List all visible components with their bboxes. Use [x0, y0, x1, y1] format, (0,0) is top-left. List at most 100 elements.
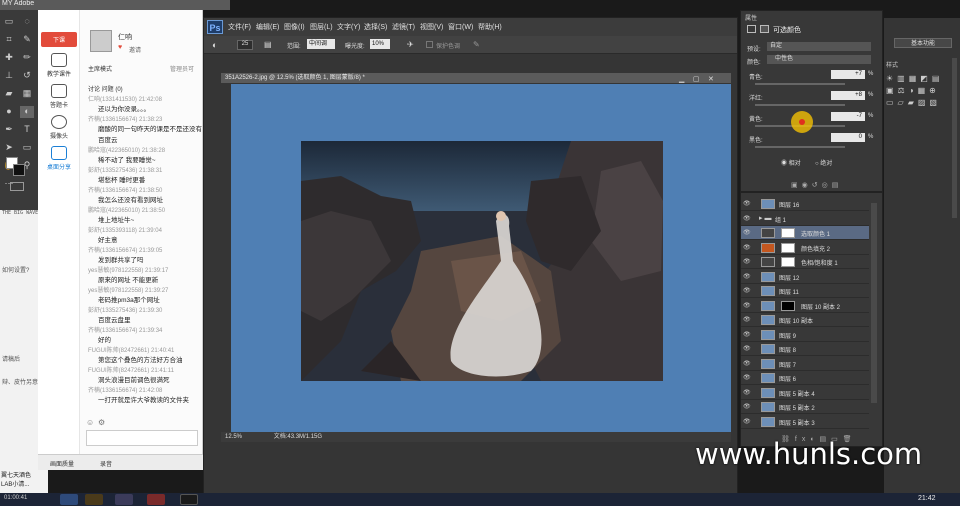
- relative-radio[interactable]: ◉ 相对: [781, 158, 801, 167]
- document-photo[interactable]: [301, 141, 663, 381]
- eraser-tool-icon[interactable]: ▰: [2, 88, 16, 100]
- heal-tool-icon[interactable]: ✚: [2, 52, 16, 64]
- minimize-icon[interactable]: ▁: [679, 76, 684, 83]
- brush-panel-icon[interactable]: ▤: [264, 40, 272, 49]
- layer-row[interactable]: 👁 图层 10 副本: [741, 313, 869, 327]
- visibility-eye-icon[interactable]: 👁: [743, 345, 751, 352]
- yellow-value[interactable]: -7: [831, 112, 865, 121]
- app-taskbar-icon[interactable]: [115, 494, 133, 505]
- visibility-eye-icon[interactable]: 👁: [743, 244, 751, 251]
- visibility-eye-icon[interactable]: 👁: [743, 287, 751, 294]
- dock-scrollbar[interactable]: [952, 58, 957, 218]
- visibility-eye-icon[interactable]: 👁: [743, 403, 751, 410]
- brush-tool-icon[interactable]: ✏: [20, 52, 34, 64]
- layer-row[interactable]: 👁 图层 9: [741, 328, 869, 342]
- visibility-eye-icon[interactable]: 👁: [743, 360, 751, 367]
- layers-scrollbar[interactable]: [871, 203, 877, 403]
- visibility-eye-icon[interactable]: 👁: [743, 374, 751, 381]
- dodge-tool-preset-icon[interactable]: ◐: [212, 40, 217, 50]
- black-value[interactable]: 0: [831, 133, 865, 142]
- visibility-eye-icon[interactable]: 👁: [743, 215, 751, 222]
- pressure-icon[interactable]: ✎: [473, 40, 480, 49]
- pen-tool-icon[interactable]: ✒: [2, 124, 16, 136]
- quality-button[interactable]: 画面质量: [50, 459, 74, 468]
- gradient-tool-icon[interactable]: ▦: [20, 88, 34, 100]
- layer-mask-thumbnail[interactable]: [781, 300, 795, 311]
- layer-row[interactable]: 👁 选取颜色 1: [741, 226, 869, 240]
- visibility-eye-icon[interactable]: 👁: [743, 316, 751, 323]
- layer-row[interactable]: 👁 ▸ ▬ 组 1: [741, 212, 869, 226]
- menu-filter[interactable]: 滤镜(T): [392, 22, 415, 32]
- document-tab[interactable]: 351A2526-2.jpg @ 12.5% (选取颜色 1, 图层蒙版/8) …: [221, 73, 731, 83]
- mode-label[interactable]: 主席模式: [88, 64, 112, 73]
- marquee-tool-icon[interactable]: ▭: [2, 16, 16, 28]
- preset-select[interactable]: 自定: [767, 42, 871, 51]
- crop-tool-icon[interactable]: ⌗: [2, 34, 16, 46]
- visibility-eye-icon[interactable]: 👁: [743, 273, 751, 280]
- screen-share-button[interactable]: 桌面分享: [41, 146, 77, 171]
- layer-row[interactable]: 👁 图层 5 副本 2: [741, 400, 869, 414]
- menu-select[interactable]: 选择(S): [364, 22, 387, 32]
- stamp-tool-icon[interactable]: ⊥: [2, 70, 16, 82]
- magenta-slider[interactable]: [755, 104, 845, 106]
- layer-row[interactable]: 👁 图层 11: [741, 284, 869, 298]
- color-select[interactable]: 中性色: [767, 55, 871, 64]
- chat-tabs[interactable]: 讨论 问题 (0): [88, 84, 123, 93]
- end-class-button[interactable]: 下课: [41, 32, 77, 47]
- layer-row[interactable]: 👁 图层 6: [741, 371, 869, 385]
- layer-mask-thumbnail[interactable]: [781, 257, 795, 267]
- layer-mask-thumbnail[interactable]: [781, 242, 795, 253]
- answer-card-button[interactable]: 答题卡: [41, 84, 77, 109]
- visibility-eye-icon[interactable]: 👁: [743, 389, 751, 396]
- emoji-icon[interactable]: ☺: [86, 418, 94, 427]
- layer-row[interactable]: 👁 图层 10 副本 2: [741, 299, 869, 313]
- cyan-slider[interactable]: [755, 83, 845, 85]
- protect-tones-checkbox[interactable]: [426, 41, 433, 48]
- layer-row[interactable]: 👁 图层 8: [741, 342, 869, 356]
- layer-row[interactable]: 👁 图层 16: [741, 197, 869, 211]
- shape-tool-icon[interactable]: ▭: [20, 142, 34, 154]
- exposure-input[interactable]: 10%: [370, 39, 390, 49]
- eyedropper-tool-icon[interactable]: ✎: [20, 34, 34, 46]
- layer-mask-thumbnail[interactable]: [781, 228, 795, 238]
- path-select-icon[interactable]: ➤: [2, 142, 16, 154]
- visibility-eye-icon[interactable]: 👁: [743, 258, 751, 265]
- dodge-tool-icon[interactable]: ◐: [20, 106, 34, 118]
- layer-row[interactable]: 👁 图层 5 副本 4: [741, 386, 869, 400]
- mask-icon[interactable]: [760, 25, 769, 33]
- close-icon[interactable]: ✕: [708, 76, 714, 83]
- layer-row[interactable]: 👁 图层 12: [741, 270, 869, 284]
- magenta-value[interactable]: +8: [831, 91, 865, 100]
- settings-icon[interactable]: ⚙: [98, 418, 105, 427]
- invite-label[interactable]: 邀请: [129, 45, 141, 54]
- restore-icon[interactable]: ▢: [693, 76, 700, 83]
- workspace-switcher[interactable]: 基本功能: [894, 38, 952, 48]
- layer-row[interactable]: 👁 色相/饱和度 1: [741, 255, 869, 269]
- taskbar-app-icon[interactable]: [60, 494, 78, 505]
- visibility-eye-icon[interactable]: 👁: [743, 331, 751, 338]
- airbrush-icon[interactable]: ✈: [407, 40, 414, 49]
- absolute-radio[interactable]: ○ 绝对: [815, 158, 832, 167]
- visibility-eye-icon[interactable]: 👁: [743, 229, 751, 236]
- canvas-area[interactable]: [231, 84, 731, 432]
- photoshop-taskbar-icon[interactable]: [85, 494, 103, 505]
- folder-icon[interactable]: ▸ ▬: [759, 214, 771, 222]
- visibility-eye-icon[interactable]: 👁: [743, 302, 751, 309]
- document-info[interactable]: 文档:43.3M/1.15G: [274, 434, 322, 440]
- range-select[interactable]: 中间调: [307, 39, 335, 49]
- quick-mask-icon[interactable]: [10, 182, 24, 191]
- menu-layer[interactable]: 图层(L): [310, 22, 333, 32]
- type-tool-icon[interactable]: T: [20, 124, 34, 136]
- background-color-swatch[interactable]: [13, 164, 25, 176]
- style-tab[interactable]: 样式: [886, 60, 898, 69]
- visibility-eye-icon[interactable]: 👁: [743, 200, 751, 207]
- history-brush-icon[interactable]: ↺: [20, 70, 34, 82]
- layer-row[interactable]: 👁 图层 7: [741, 357, 869, 371]
- layer-row[interactable]: 👁 颜色填充 2: [741, 241, 869, 255]
- cyan-value[interactable]: +7: [831, 70, 865, 79]
- layer-row[interactable]: 👁 图层 5 副本 3: [741, 415, 869, 429]
- menu-type[interactable]: 文字(Y): [337, 22, 360, 32]
- menu-view[interactable]: 视图(V): [420, 22, 443, 32]
- menu-edit[interactable]: 编辑(E): [256, 22, 279, 32]
- chat-input[interactable]: [86, 430, 198, 446]
